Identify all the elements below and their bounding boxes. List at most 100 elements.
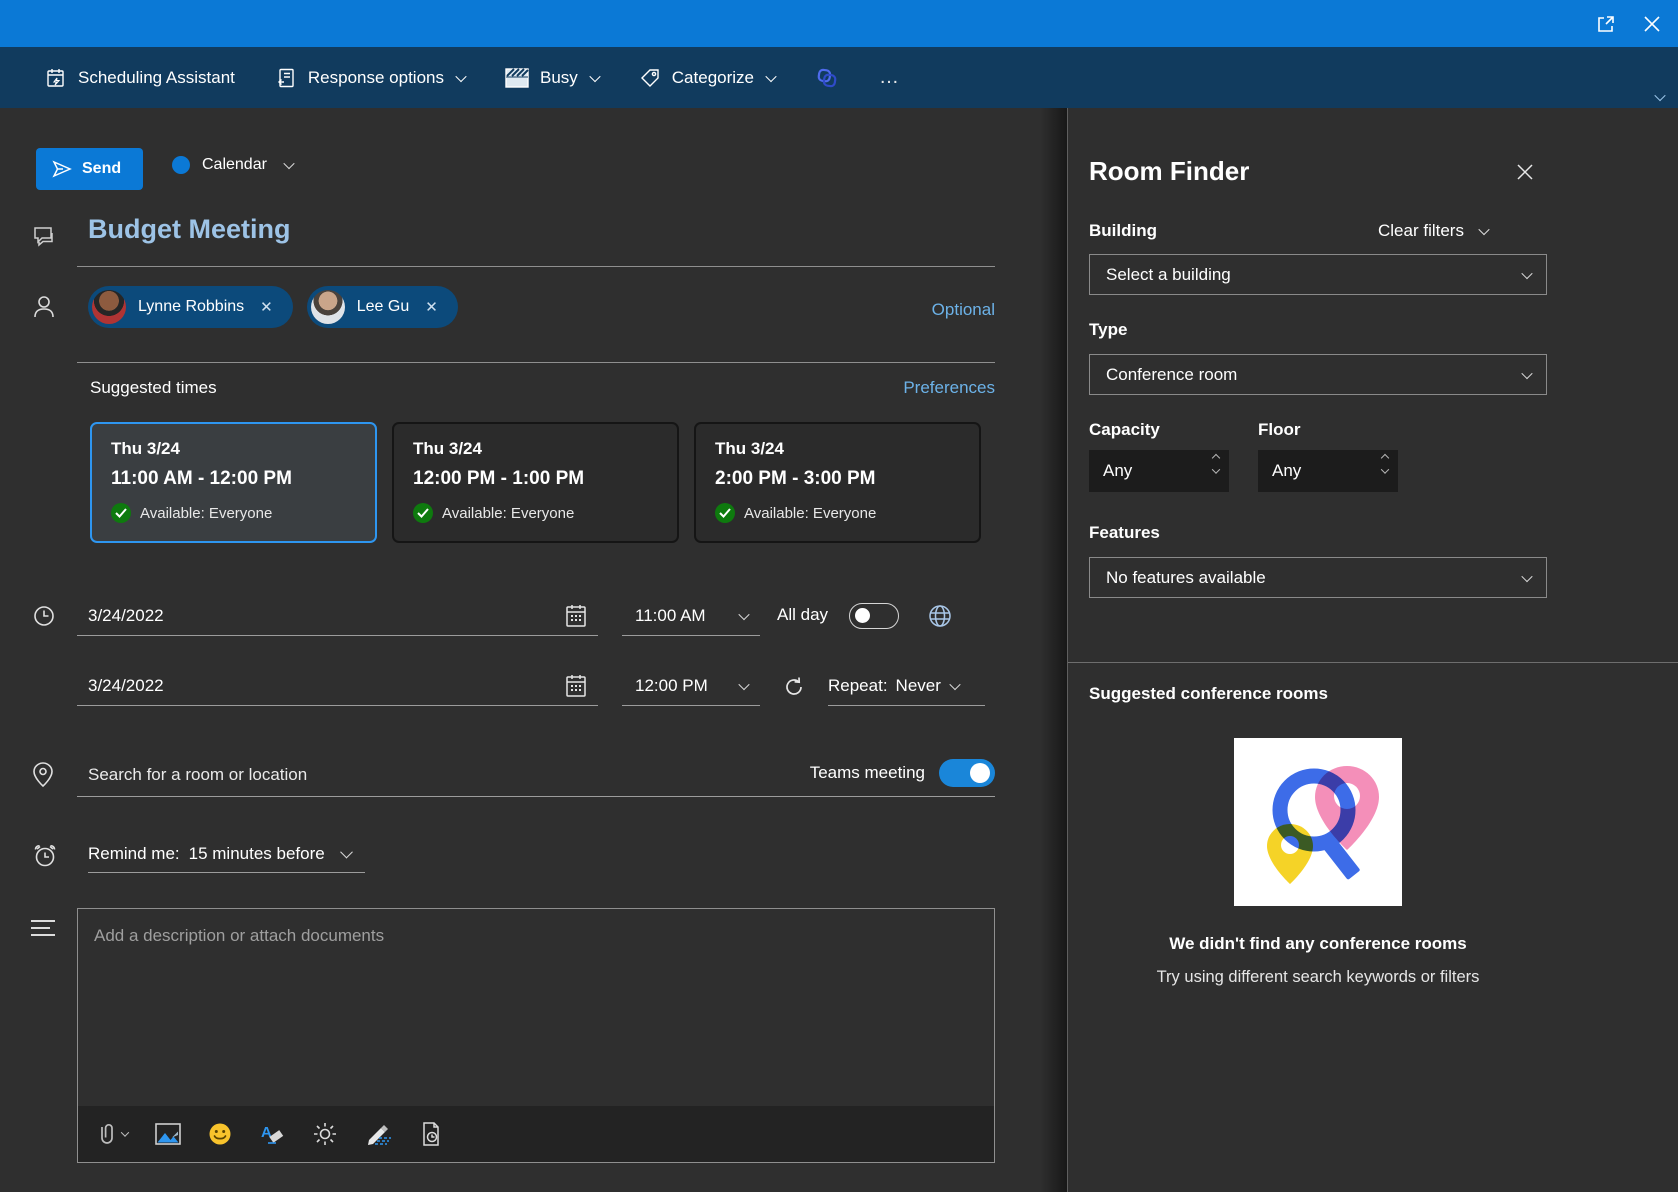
addin-button[interactable] [815, 66, 839, 90]
calendar-selector[interactable]: Calendar [172, 156, 293, 174]
slot-time: 11:00 AM - 12:00 PM [111, 468, 356, 490]
remove-attendee-icon[interactable]: ✕ [421, 296, 442, 318]
event-title[interactable]: Budget Meeting [88, 214, 291, 245]
emoji-icon[interactable] [208, 1122, 232, 1146]
suggested-rooms-heading: Suggested conference rooms [1089, 684, 1328, 704]
more-commands-button[interactable]: … [879, 66, 901, 89]
room-finder-title: Room Finder [1089, 156, 1249, 187]
room-finder-close-icon[interactable] [1516, 163, 1534, 181]
teams-meeting-label: Teams meeting [810, 763, 925, 783]
preferences-link[interactable]: Preferences [903, 378, 995, 398]
optional-attendees-link[interactable]: Optional [932, 300, 995, 320]
suggested-time-card-selected[interactable]: Thu 3/24 11:00 AM - 12:00 PM Available: … [90, 422, 377, 543]
remove-attendee-icon[interactable]: ✕ [256, 296, 277, 318]
clear-filters-button[interactable]: Clear filters [1378, 221, 1488, 241]
end-time-field[interactable]: 12:00 PM [622, 666, 760, 706]
popout-icon[interactable] [1594, 12, 1618, 36]
start-date-field[interactable]: 3/24/2022 [77, 596, 598, 636]
close-window-icon[interactable] [1640, 12, 1664, 36]
timezone-globe-icon[interactable] [926, 602, 954, 630]
slot-availability: Available: Everyone [442, 505, 574, 522]
attach-file-icon[interactable] [98, 1122, 128, 1146]
reminder-selector[interactable]: Remind me: 15 minutes before [88, 835, 365, 873]
capacity-up-icon[interactable] [1212, 454, 1220, 462]
alarm-clock-icon [32, 843, 58, 869]
location-row: Search for a room or location Teams meet… [0, 753, 1067, 803]
response-options-label: Response options [308, 68, 444, 88]
attendee-pill[interactable]: Lynne Robbins ✕ [88, 286, 293, 328]
slot-time: 2:00 PM - 3:00 PM [715, 468, 960, 490]
repeat-selector[interactable]: Repeat: Never [828, 666, 985, 706]
attendee-name: Lee Gu [357, 298, 409, 316]
response-options-button[interactable]: Response options [275, 67, 465, 89]
end-date-field[interactable]: 3/24/2022 [77, 666, 598, 706]
floor-spinner[interactable]: Any [1258, 450, 1398, 492]
chat-bubbles-icon [30, 224, 58, 250]
floor-down-icon[interactable] [1381, 465, 1389, 473]
recurrence-sync-icon[interactable] [782, 675, 806, 699]
type-dropdown[interactable]: Conference room [1089, 354, 1547, 395]
attendee-pill[interactable]: Lee Gu ✕ [307, 286, 458, 328]
outlook-event-window: Scheduling Assistant Response options [0, 0, 1678, 1192]
attendee-list: Lynne Robbins ✕ Lee Gu ✕ [88, 286, 458, 328]
ribbon-expand-chevron-icon[interactable] [1656, 88, 1664, 106]
capacity-spinner[interactable]: Any [1089, 450, 1229, 492]
end-datetime-row: 3/24/2022 12:00 PM [0, 666, 1067, 712]
features-dropdown[interactable]: No features available [1089, 557, 1547, 598]
all-day-toggle[interactable] [849, 603, 899, 629]
capacity-label: Capacity [1089, 420, 1160, 440]
window-titlebar [0, 0, 1678, 47]
calendar-color-dot [172, 156, 190, 174]
start-date-calendar-icon[interactable] [564, 603, 588, 629]
ribbon-toolbar: Scheduling Assistant Response options [0, 47, 1678, 108]
slot-date: Thu 3/24 [111, 439, 356, 459]
building-dropdown[interactable]: Select a building [1089, 254, 1547, 295]
toggle-knob [855, 608, 870, 623]
end-date-calendar-icon[interactable] [564, 673, 588, 699]
response-options-chevron-icon [455, 70, 466, 81]
description-editor[interactable]: Add a description or attach documents [77, 908, 995, 1163]
floor-value: Any [1272, 461, 1301, 481]
capacity-down-icon[interactable] [1212, 465, 1220, 473]
attach-chevron-icon [121, 1128, 129, 1136]
clear-filters-label: Clear filters [1378, 221, 1464, 241]
calendar-selector-label: Calendar [202, 156, 267, 174]
end-date-value: 3/24/2022 [88, 676, 164, 696]
all-day-label: All day [777, 605, 828, 625]
features-dropdown-value: No features available [1106, 568, 1266, 588]
formatting-options-icon[interactable]: A [259, 1122, 285, 1146]
toggle-knob [970, 763, 990, 783]
suggested-times-heading: Suggested times [90, 378, 217, 398]
slot-date: Thu 3/24 [715, 439, 960, 459]
send-button[interactable]: Send [36, 148, 143, 190]
brightness-sun-icon[interactable] [312, 1121, 338, 1147]
slot-availability: Available: Everyone [140, 505, 272, 522]
start-time-field[interactable]: 11:00 AM [622, 596, 760, 636]
teams-meeting-toggle[interactable] [939, 759, 995, 787]
response-options-icon [275, 67, 297, 89]
room-finder-panel: Room Finder Building Clear filters Selec… [1067, 108, 1678, 1192]
attendees-divider [77, 362, 995, 363]
teams-meeting-control: Teams meeting [810, 759, 995, 787]
building-label: Building [1089, 221, 1157, 241]
repeat-value: Never [896, 676, 941, 696]
suggested-time-card[interactable]: Thu 3/24 12:00 PM - 1:00 PM Available: E… [392, 422, 679, 543]
title-divider [77, 266, 995, 267]
clock-icon [32, 604, 56, 628]
location-pin-icon [32, 761, 54, 789]
available-check-icon [111, 503, 131, 523]
insert-image-icon[interactable] [155, 1123, 181, 1145]
suggested-time-card[interactable]: Thu 3/24 2:00 PM - 3:00 PM Available: Ev… [694, 422, 981, 543]
floor-up-icon[interactable] [1381, 454, 1389, 462]
draw-pen-icon[interactable] [365, 1122, 393, 1146]
reminder-row: Remind me: 15 minutes before [0, 835, 1067, 881]
show-as-busy-button[interactable]: Busy [505, 68, 599, 88]
suggested-times-list: Thu 3/24 11:00 AM - 12:00 PM Available: … [90, 422, 981, 543]
room-search-illustration [1234, 738, 1402, 906]
no-rooms-hint: Try using different search keywords or f… [1068, 968, 1568, 987]
location-placeholder: Search for a room or location [88, 765, 307, 785]
categorize-button[interactable]: Categorize [639, 67, 775, 89]
scheduling-assistant-button[interactable]: Scheduling Assistant [45, 67, 235, 89]
type-label: Type [1089, 320, 1127, 340]
document-refresh-icon[interactable] [420, 1121, 444, 1147]
